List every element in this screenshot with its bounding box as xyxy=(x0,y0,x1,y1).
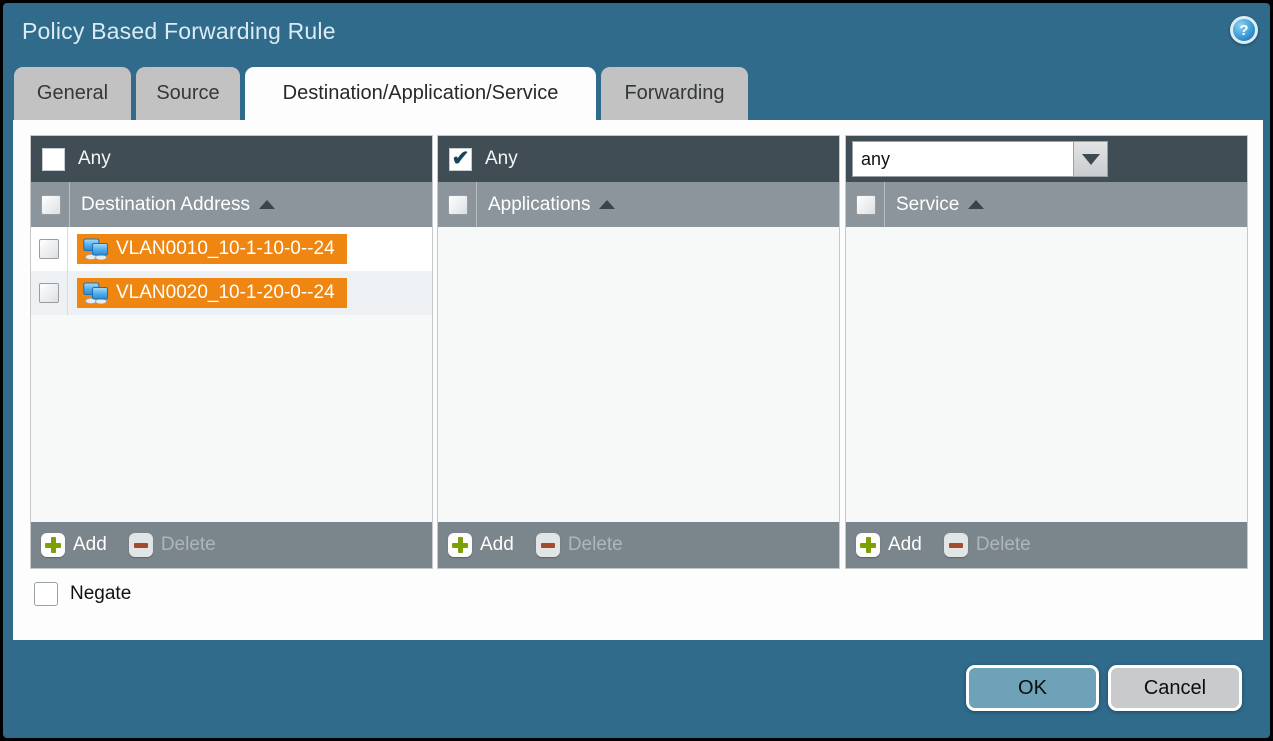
add-label: Add xyxy=(73,534,107,556)
column-divider xyxy=(476,182,477,227)
plus-icon xyxy=(856,533,880,557)
column-divider xyxy=(69,182,70,227)
ok-button[interactable]: OK xyxy=(966,665,1099,711)
destination-select-all-checkbox[interactable] xyxy=(41,195,61,215)
tab-general[interactable]: General xyxy=(14,67,131,120)
service-dropdown: any xyxy=(852,141,1108,177)
dialog-title: Policy Based Forwarding Rule xyxy=(22,18,336,45)
negate-label: Negate xyxy=(70,583,131,605)
delete-button[interactable]: Delete xyxy=(107,533,216,557)
minus-icon xyxy=(129,533,153,557)
service-dropdown-button[interactable] xyxy=(1074,141,1108,177)
applications-any-bar: ✔ Any xyxy=(438,136,839,182)
minus-icon xyxy=(536,533,560,557)
table-row[interactable]: VLAN0010_10-1-10-0--24 xyxy=(31,227,432,271)
chevron-down-icon xyxy=(1082,154,1100,165)
delete-label: Delete xyxy=(161,534,216,556)
plus-icon xyxy=(41,533,65,557)
sort-asc-icon xyxy=(968,200,984,209)
row-checkbox[interactable] xyxy=(39,283,59,303)
destination-list: VLAN0010_10-1-10-0--24 VLAN xyxy=(31,227,432,522)
applications-column-label[interactable]: Applications xyxy=(488,194,590,216)
delete-button[interactable]: Delete xyxy=(922,533,1031,557)
add-button[interactable]: Add xyxy=(846,533,922,557)
destination-any-bar: Any xyxy=(31,136,432,182)
applications-footer: Add Delete xyxy=(438,522,839,568)
address-object-chip[interactable]: VLAN0010_10-1-10-0--24 xyxy=(77,234,347,264)
address-object-label: VLAN0020_10-1-20-0--24 xyxy=(116,282,335,304)
checkmark-icon: ✔ xyxy=(452,148,470,169)
column-divider xyxy=(884,182,885,227)
destination-address-panel: Any Destination Address xyxy=(30,135,433,569)
add-button[interactable]: Add xyxy=(438,533,514,557)
applications-any-label: Any xyxy=(485,148,518,170)
service-footer: Add Delete xyxy=(846,522,1247,568)
address-object-label: VLAN0010_10-1-10-0--24 xyxy=(116,238,335,260)
add-button[interactable]: Add xyxy=(31,533,107,557)
applications-column-header[interactable]: Applications xyxy=(438,182,839,227)
applications-any-checkbox[interactable]: ✔ xyxy=(449,148,472,171)
tab-source[interactable]: Source xyxy=(136,67,240,120)
applications-panel: ✔ Any Applications Add Delete xyxy=(437,135,840,569)
row-checkbox[interactable] xyxy=(39,239,59,259)
destination-column-header[interactable]: Destination Address xyxy=(31,182,432,227)
table-row[interactable]: VLAN0020_10-1-20-0--24 xyxy=(31,271,432,315)
service-any-bar: any xyxy=(846,136,1247,182)
minus-icon xyxy=(944,533,968,557)
row-checkbox-cell xyxy=(31,271,68,315)
address-object-icon xyxy=(83,238,109,260)
add-label: Add xyxy=(480,534,514,556)
help-icon[interactable]: ? xyxy=(1230,16,1258,44)
delete-label: Delete xyxy=(568,534,623,556)
sort-asc-icon xyxy=(599,200,615,209)
tab-content: Any Destination Address xyxy=(13,120,1263,640)
tab-destination-application-service[interactable]: Destination/Application/Service xyxy=(245,67,596,120)
service-select-all-checkbox[interactable] xyxy=(856,195,876,215)
negate-control[interactable]: Negate xyxy=(34,582,131,606)
service-list xyxy=(846,227,1247,522)
policy-forwarding-dialog: Policy Based Forwarding Rule ? General S… xyxy=(3,3,1270,738)
applications-list xyxy=(438,227,839,522)
address-object-chip[interactable]: VLAN0020_10-1-20-0--24 xyxy=(77,278,347,308)
applications-select-all-checkbox[interactable] xyxy=(448,195,468,215)
destination-any-label: Any xyxy=(78,148,111,170)
add-label: Add xyxy=(888,534,922,556)
delete-label: Delete xyxy=(976,534,1031,556)
address-object-icon xyxy=(83,282,109,304)
row-checkbox-cell xyxy=(31,227,68,271)
destination-footer: Add Delete xyxy=(31,522,432,568)
tab-bar: General Source Destination/Application/S… xyxy=(14,67,748,120)
negate-checkbox[interactable] xyxy=(34,582,58,606)
service-dropdown-input[interactable]: any xyxy=(852,141,1074,177)
destination-column-label[interactable]: Destination Address xyxy=(81,194,250,216)
destination-any-checkbox[interactable] xyxy=(42,148,65,171)
cancel-button[interactable]: Cancel xyxy=(1108,665,1242,711)
help-glyph: ? xyxy=(1239,22,1248,39)
tab-forwarding[interactable]: Forwarding xyxy=(601,67,748,120)
sort-asc-icon xyxy=(259,200,275,209)
service-panel: any Service Add D xyxy=(845,135,1248,569)
plus-icon xyxy=(448,533,472,557)
delete-button[interactable]: Delete xyxy=(514,533,623,557)
service-column-header[interactable]: Service xyxy=(846,182,1247,227)
service-column-label[interactable]: Service xyxy=(896,194,959,216)
